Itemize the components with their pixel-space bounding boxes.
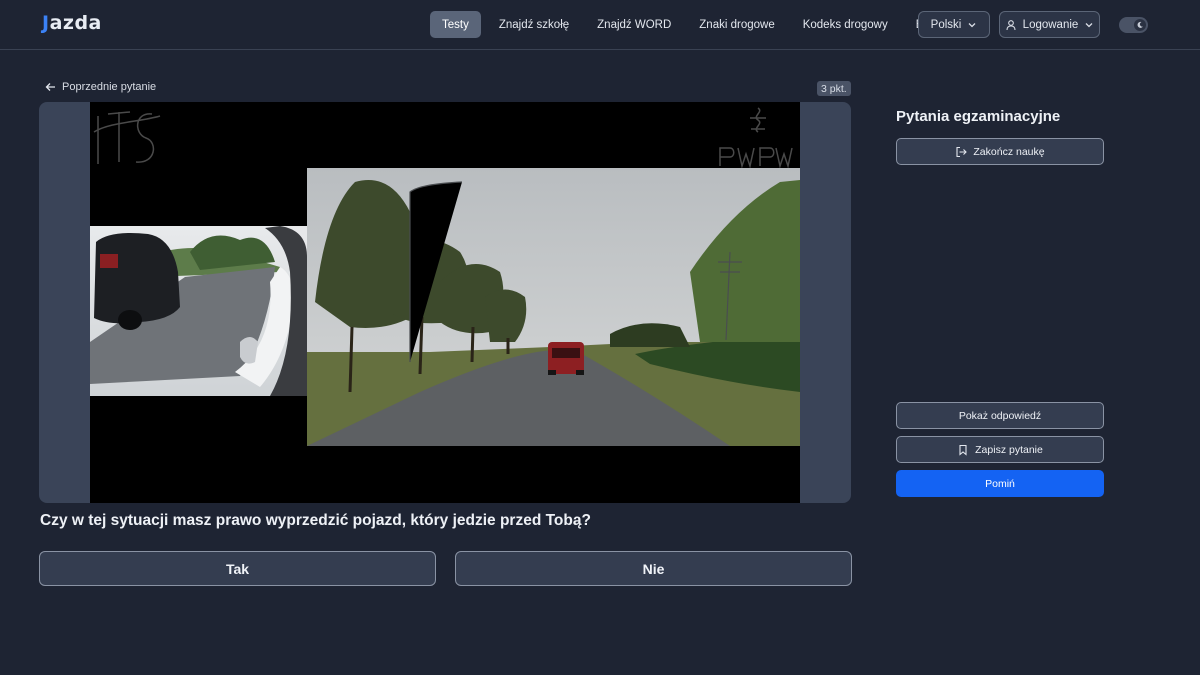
theme-toggle[interactable] bbox=[1119, 17, 1148, 33]
language-label: Polski bbox=[930, 18, 962, 31]
skip-button[interactable]: Pomiń bbox=[896, 470, 1104, 497]
chevron-down-icon bbox=[968, 22, 976, 27]
question-text: Czy w tej sytuacji masz prawo wyprzedzić… bbox=[40, 512, 591, 529]
nav-traffic-code[interactable]: Kodeks drogowy bbox=[789, 11, 902, 38]
moon-icon bbox=[1134, 19, 1146, 31]
question-media bbox=[39, 102, 851, 503]
answer-yes-button[interactable]: Tak bbox=[39, 551, 436, 586]
save-question-button[interactable]: Zapisz pytanie bbox=[896, 436, 1104, 463]
logout-icon bbox=[956, 146, 968, 157]
previous-question-link[interactable]: Poprzednie pytanie bbox=[45, 81, 156, 93]
login-dropdown[interactable]: Logowanie bbox=[999, 11, 1100, 38]
nav-find-word[interactable]: Znajdź WORD bbox=[583, 11, 685, 38]
answer-no-button[interactable]: Nie bbox=[455, 551, 852, 586]
end-learning-label: Zakończ naukę bbox=[973, 145, 1045, 158]
user-icon bbox=[1006, 19, 1016, 30]
nav-road-signs[interactable]: Znaki drogowe bbox=[685, 11, 788, 38]
site-logo[interactable]: Jazda bbox=[42, 12, 102, 34]
end-learning-button[interactable]: Zakończ naukę bbox=[896, 138, 1104, 165]
driving-scene-image bbox=[90, 102, 800, 503]
nav-find-school[interactable]: Znajdź szkołę bbox=[485, 11, 583, 38]
chevron-down-icon bbox=[1085, 22, 1093, 27]
arrow-left-icon bbox=[45, 83, 55, 91]
sidebar-title: Pytania egzaminacyjne bbox=[896, 108, 1061, 125]
logo-text: azda bbox=[49, 12, 102, 34]
bookmark-icon bbox=[959, 444, 967, 456]
side-mirror-view bbox=[90, 226, 307, 396]
language-select[interactable]: Polski bbox=[918, 11, 990, 38]
main-nav: Testy Znajdź szkołę Znajdź WORD Znaki dr… bbox=[430, 11, 953, 38]
logo-mark: J bbox=[42, 12, 50, 34]
nav-testy[interactable]: Testy bbox=[430, 11, 481, 38]
points-badge: 3 pkt. bbox=[817, 81, 851, 96]
login-label: Logowanie bbox=[1022, 18, 1079, 31]
top-header: Jazda Testy Znajdź szkołę Znajdź WORD Zn… bbox=[0, 0, 1200, 50]
previous-question-label: Poprzednie pytanie bbox=[62, 81, 157, 93]
show-answer-button[interactable]: Pokaż odpowiedź bbox=[896, 402, 1104, 429]
front-road-view bbox=[307, 168, 800, 446]
question-video[interactable] bbox=[90, 102, 800, 503]
save-question-label: Zapisz pytanie bbox=[975, 443, 1043, 456]
